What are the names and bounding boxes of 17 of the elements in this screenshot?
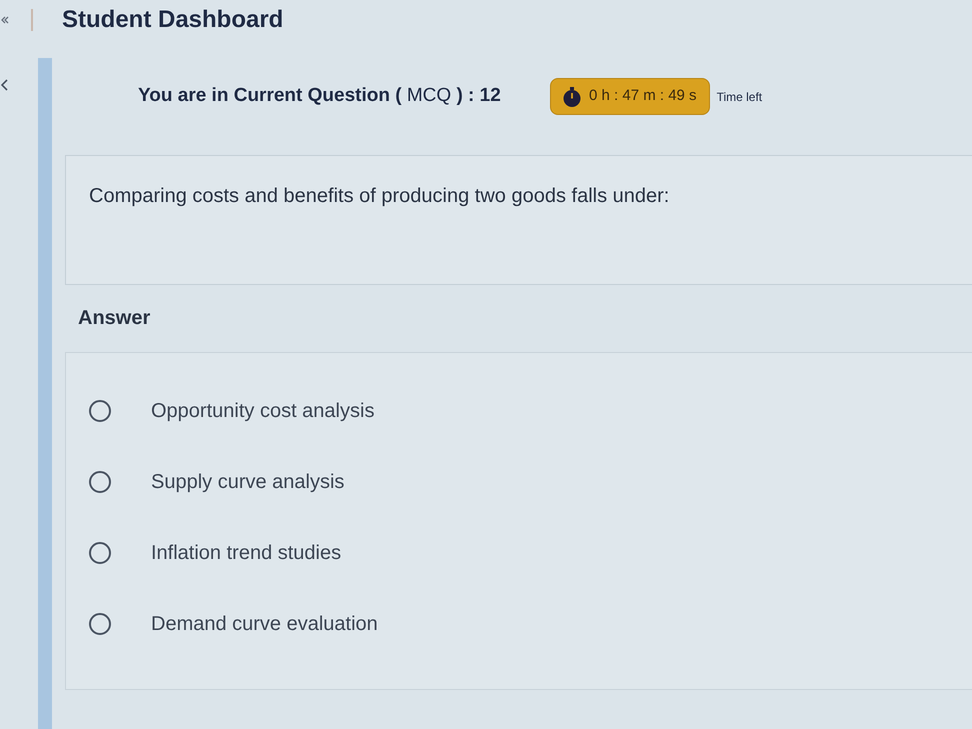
answer-option[interactable]: Demand curve evaluation: [89, 588, 384, 659]
time-left-label: Time left: [716, 88, 762, 106]
answer-option[interactable]: Supply curve analysis: [89, 446, 350, 517]
radio-button[interactable]: [89, 400, 111, 422]
current-question-text: You are in Current Question ( MCQ ) : 12: [138, 85, 501, 106]
double-chevron-icon[interactable]: [1, 16, 9, 24]
radio-button[interactable]: [89, 542, 111, 564]
radio-button[interactable]: [89, 612, 111, 634]
stopwatch-icon: [563, 86, 581, 106]
page-title: Student Dashboard: [62, 8, 284, 32]
question-text: Comparing costs and benefits of producing two goods falls under:: [89, 184, 670, 208]
timer-text: 0 h : 47 m : 49 s: [589, 86, 697, 106]
answer-option[interactable]: Inflation trend studies: [89, 517, 348, 588]
radio-button[interactable]: [89, 470, 111, 492]
answer-heading: Answer: [78, 307, 150, 329]
answer-option[interactable]: Opportunity cost analysis: [89, 375, 380, 446]
chevron-left-icon[interactable]: [1, 79, 8, 91]
